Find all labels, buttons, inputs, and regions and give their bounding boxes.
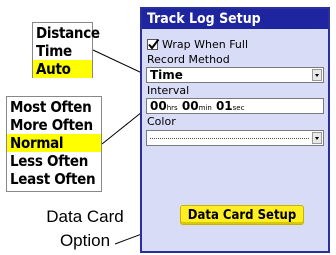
interval-popup: Most Often More Often Normal Less Often … [6,96,102,192]
record-leader-line [92,49,143,74]
chevron-down-icon[interactable] [312,69,322,81]
track-log-setup-panel: Track Log Setup Wrap When Full Record Me… [140,7,330,253]
popup-item-normal[interactable]: Normal [7,134,101,152]
record-method-popup: Distance Time Auto [32,22,100,78]
wrap-when-full-label: Wrap When Full [162,37,249,51]
interval-value: 00hrs 00min 01sec [150,99,244,115]
popup-item-auto[interactable]: Auto [33,60,92,78]
color-swatch-line [150,138,309,139]
interval-label: Interval [147,84,190,97]
popup-item-less-often[interactable]: Less Often [7,152,101,170]
popup-item-time[interactable]: Time [33,42,92,60]
wrap-when-full-row[interactable]: Wrap When Full [147,37,248,51]
popup-item-more-often[interactable]: More Often [7,116,101,134]
checkmark-icon [148,38,160,50]
callout-line-2: Option [59,231,111,250]
record-method-value: Time [150,68,183,82]
record-method-label: Record Method [147,53,230,66]
callout-line-1: Data Card [46,207,124,226]
record-method-select[interactable]: Time [146,67,324,83]
wrap-when-full-checkbox[interactable] [147,38,160,50]
interval-sec-value: 01 [215,99,233,113]
interval-sec-unit: sec [232,104,245,112]
interval-hrs-unit: hrs [166,104,178,112]
popup-item-least-often[interactable]: Least Often [7,170,101,188]
panel-title: Track Log Setup [142,9,328,29]
popup-item-distance[interactable]: Distance [33,24,100,42]
interval-min-unit: min [198,104,212,112]
interval-field[interactable]: 00hrs 00min 01sec [146,98,324,114]
data-card-setup-button[interactable]: Data Card Setup [180,205,304,225]
popup-item-most-often[interactable]: Most Often [7,98,101,116]
interval-hrs-value: 00 [150,99,167,113]
interval-min-value: 00 [181,99,199,113]
color-label: Color [147,115,176,128]
chevron-down-icon[interactable] [312,132,322,144]
color-select[interactable] [146,130,324,146]
interval-leader-line [101,111,143,145]
